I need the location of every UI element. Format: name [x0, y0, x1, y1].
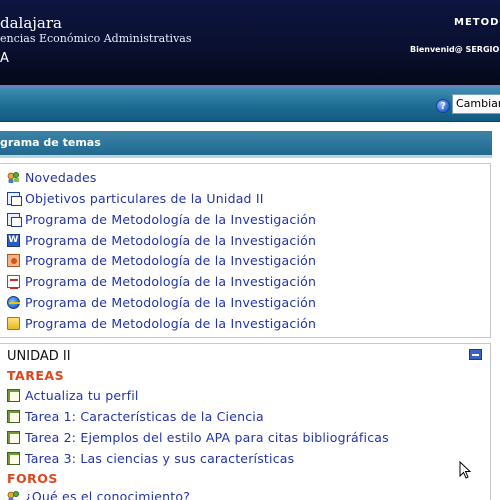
- activity-label: Programa de Metodología de la Investigac…: [25, 212, 317, 227]
- welcome-user[interactable]: Bienvenid@ SERGIO: [410, 45, 499, 54]
- section-header: grama de temas: [0, 131, 492, 155]
- activity-label: Programa de Metodología de la Investigac…: [25, 233, 317, 248]
- forum-news-icon: [7, 172, 19, 183]
- word-icon: W: [7, 234, 20, 247]
- institution-letter: A: [0, 51, 9, 66]
- folder-icon: [7, 317, 20, 330]
- activity-label: Objetivos particulares de la Unidad II: [25, 191, 264, 206]
- assignment-label: Tarea 2: Ejemplos del estilo APA para ci…: [25, 430, 389, 445]
- assignment-label: Actualiza tu perfil: [25, 388, 139, 403]
- assignment-label: Tarea 1: Características de la Ciencia: [25, 409, 264, 424]
- activity-label: Programa de Metodología de la Investigac…: [25, 295, 317, 310]
- navigation-bar: [0, 88, 500, 122]
- help-icon[interactable]: ?: [436, 99, 450, 113]
- assignment-icon: [7, 389, 20, 402]
- activity-label: Programa de Metodología de la Investigac…: [25, 316, 317, 331]
- activity-label: Programa de Metodología de la Investigac…: [25, 274, 317, 289]
- course-code: METODO: [454, 17, 500, 28]
- category-tareas: TAREAS: [7, 368, 65, 383]
- powerpoint-icon: [7, 254, 20, 267]
- role-select[interactable]: Cambiar: [452, 94, 500, 114]
- category-foros: FOROS: [7, 471, 58, 486]
- page-icon: [7, 192, 22, 206]
- forum-label: ¿Qué es el conocimiento?: [25, 489, 191, 500]
- activity-label: Programa de Metodología de la Investigac…: [25, 253, 317, 268]
- assignment-icon: [7, 410, 20, 423]
- institution-subtitle: encias Económico Administrativas: [0, 32, 192, 45]
- collapse-topic-icon[interactable]: [469, 349, 482, 360]
- assignment-icon: [7, 452, 20, 465]
- page-icon: [7, 213, 22, 227]
- web-link-icon: [7, 296, 20, 309]
- mouse-cursor-icon: [459, 461, 471, 479]
- unit-title: UNIDAD II: [7, 349, 71, 364]
- section-shadow: [0, 155, 492, 158]
- forum-icon: [7, 491, 19, 500]
- pdf-icon: [7, 275, 20, 289]
- institution-name: dalajara: [0, 14, 62, 32]
- site-header: dalajara encias Económico Administrativa…: [0, 0, 500, 86]
- assignment-label: Tarea 3: Las ciencias y sus característi…: [25, 451, 295, 466]
- assignment-icon: [7, 431, 20, 444]
- activity-label: Novedades: [25, 170, 97, 185]
- section-title: grama de temas: [0, 136, 101, 149]
